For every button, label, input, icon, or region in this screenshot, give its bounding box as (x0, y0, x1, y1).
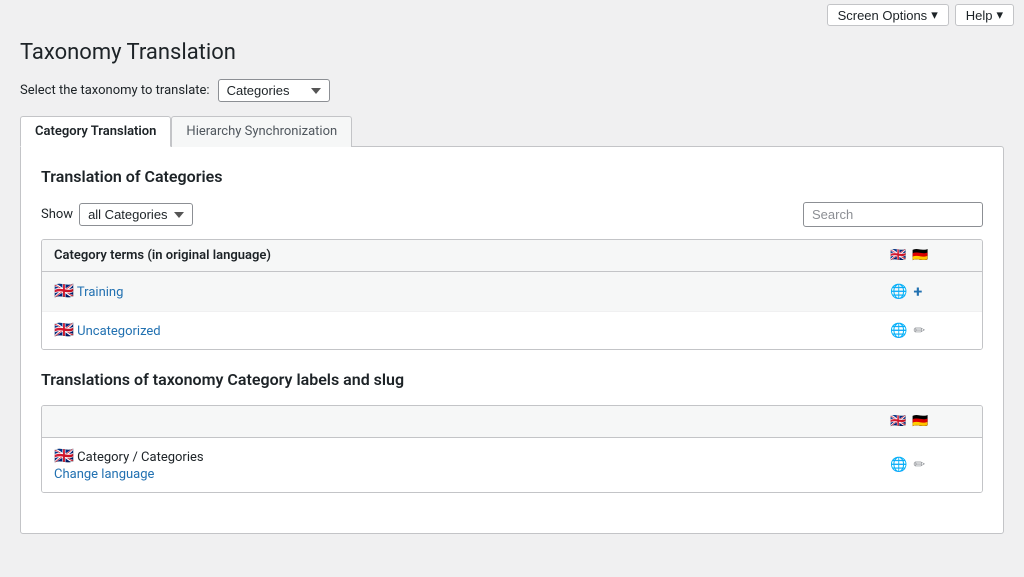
tab-category-translation-label: Category Translation (35, 124, 156, 139)
tabs-container: Category Translation Hierarchy Synchroni… (20, 116, 1004, 147)
category-label-text: Category / Categories (77, 450, 203, 465)
col-term-category-label: 🇬🇧 Category / Categories Change language (54, 448, 890, 482)
taxonomy-select-label: Select the taxonomy to translate: (20, 83, 210, 98)
taxonomy-select[interactable]: Categories Tags Post Formats (218, 79, 330, 102)
screen-options-label: Screen Options (838, 8, 928, 23)
section2: Translations of taxonomy Category labels… (41, 370, 983, 493)
top-bar: Screen Options ▾ Help ▾ (0, 0, 1024, 30)
flag-de-header: 🇩🇪 (912, 248, 928, 263)
categories-table: Category terms (in original language) 🇬🇧… (41, 239, 983, 350)
flag-uncategorized: 🇬🇧 (54, 320, 74, 339)
table-row: 🇬🇧 Training 🌐 + (42, 272, 982, 312)
tab-hierarchy-sync-label: Hierarchy Synchronization (186, 124, 337, 139)
main-panel: Translation of Categories Show all Categ… (20, 146, 1004, 534)
show-select[interactable]: all Categories 10 25 50 (79, 203, 193, 226)
globe-icon-category-label: 🌐 (890, 457, 907, 473)
tab-hierarchy-sync[interactable]: Hierarchy Synchronization (171, 116, 352, 147)
globe-icon-training: 🌐 (890, 284, 907, 300)
search-input[interactable] (803, 202, 983, 227)
globe-icon-uncategorized: 🌐 (890, 323, 907, 339)
section1-title: Translation of Categories (41, 167, 983, 186)
section1: Translation of Categories Show all Categ… (41, 167, 983, 350)
tab-category-translation[interactable]: Category Translation (20, 116, 171, 147)
flag-uk-header: 🇬🇧 (890, 248, 906, 263)
table-row: 🇬🇧 Category / Categories Change language… (42, 438, 982, 492)
page-content: Taxonomy Translation Select the taxonomy… (0, 30, 1024, 574)
edit-icon-category-label[interactable]: ✏ (913, 457, 925, 473)
labels-flag-uk: 🇬🇧 (890, 414, 906, 429)
link-training[interactable]: Training (77, 285, 123, 300)
help-chevron: ▾ (996, 7, 1003, 23)
help-button[interactable]: Help ▾ (955, 4, 1014, 26)
plus-icon-training[interactable]: + (913, 282, 922, 301)
page-title: Taxonomy Translation (20, 40, 1004, 65)
flag-training: 🇬🇧 (54, 281, 74, 300)
col-header-flags: 🇬🇧 🇩🇪 (890, 248, 970, 263)
col-actions-category-label: 🌐 ✏ (890, 457, 970, 473)
link-uncategorized[interactable]: Uncategorized (77, 324, 160, 339)
change-language-link[interactable]: Change language (54, 467, 890, 482)
edit-icon-uncategorized[interactable]: ✏ (913, 323, 925, 339)
table-row: 🇬🇧 Uncategorized 🌐 ✏ (42, 312, 982, 349)
screen-options-button[interactable]: Screen Options ▾ (827, 4, 949, 26)
taxonomy-select-row: Select the taxonomy to translate: Catego… (20, 79, 1004, 102)
col-term-training: 🇬🇧 Training (54, 283, 890, 300)
help-label: Help (966, 8, 993, 23)
col-term-uncategorized: 🇬🇧 Uncategorized (54, 322, 890, 339)
labels-flag-de: 🇩🇪 (912, 414, 928, 429)
col-actions-training: 🌐 + (890, 282, 970, 301)
labels-table: 🇬🇧 🇩🇪 🇬🇧 Category / Categories Change la… (41, 405, 983, 493)
section2-title: Translations of taxonomy Category labels… (41, 370, 983, 389)
show-label: Show (41, 207, 73, 222)
show-row: Show all Categories 10 25 50 (41, 203, 193, 226)
col-header-term: Category terms (in original language) (54, 248, 890, 263)
screen-options-chevron: ▾ (931, 7, 938, 23)
labels-header-flags: 🇬🇧 🇩🇪 (890, 414, 970, 429)
categories-table-header: Category terms (in original language) 🇬🇧… (42, 240, 982, 272)
flag-category-label: 🇬🇧 (54, 446, 74, 465)
col-actions-uncategorized: 🌐 ✏ (890, 323, 970, 339)
table-controls: Show all Categories 10 25 50 (41, 202, 983, 227)
labels-table-header: 🇬🇧 🇩🇪 (42, 406, 982, 438)
